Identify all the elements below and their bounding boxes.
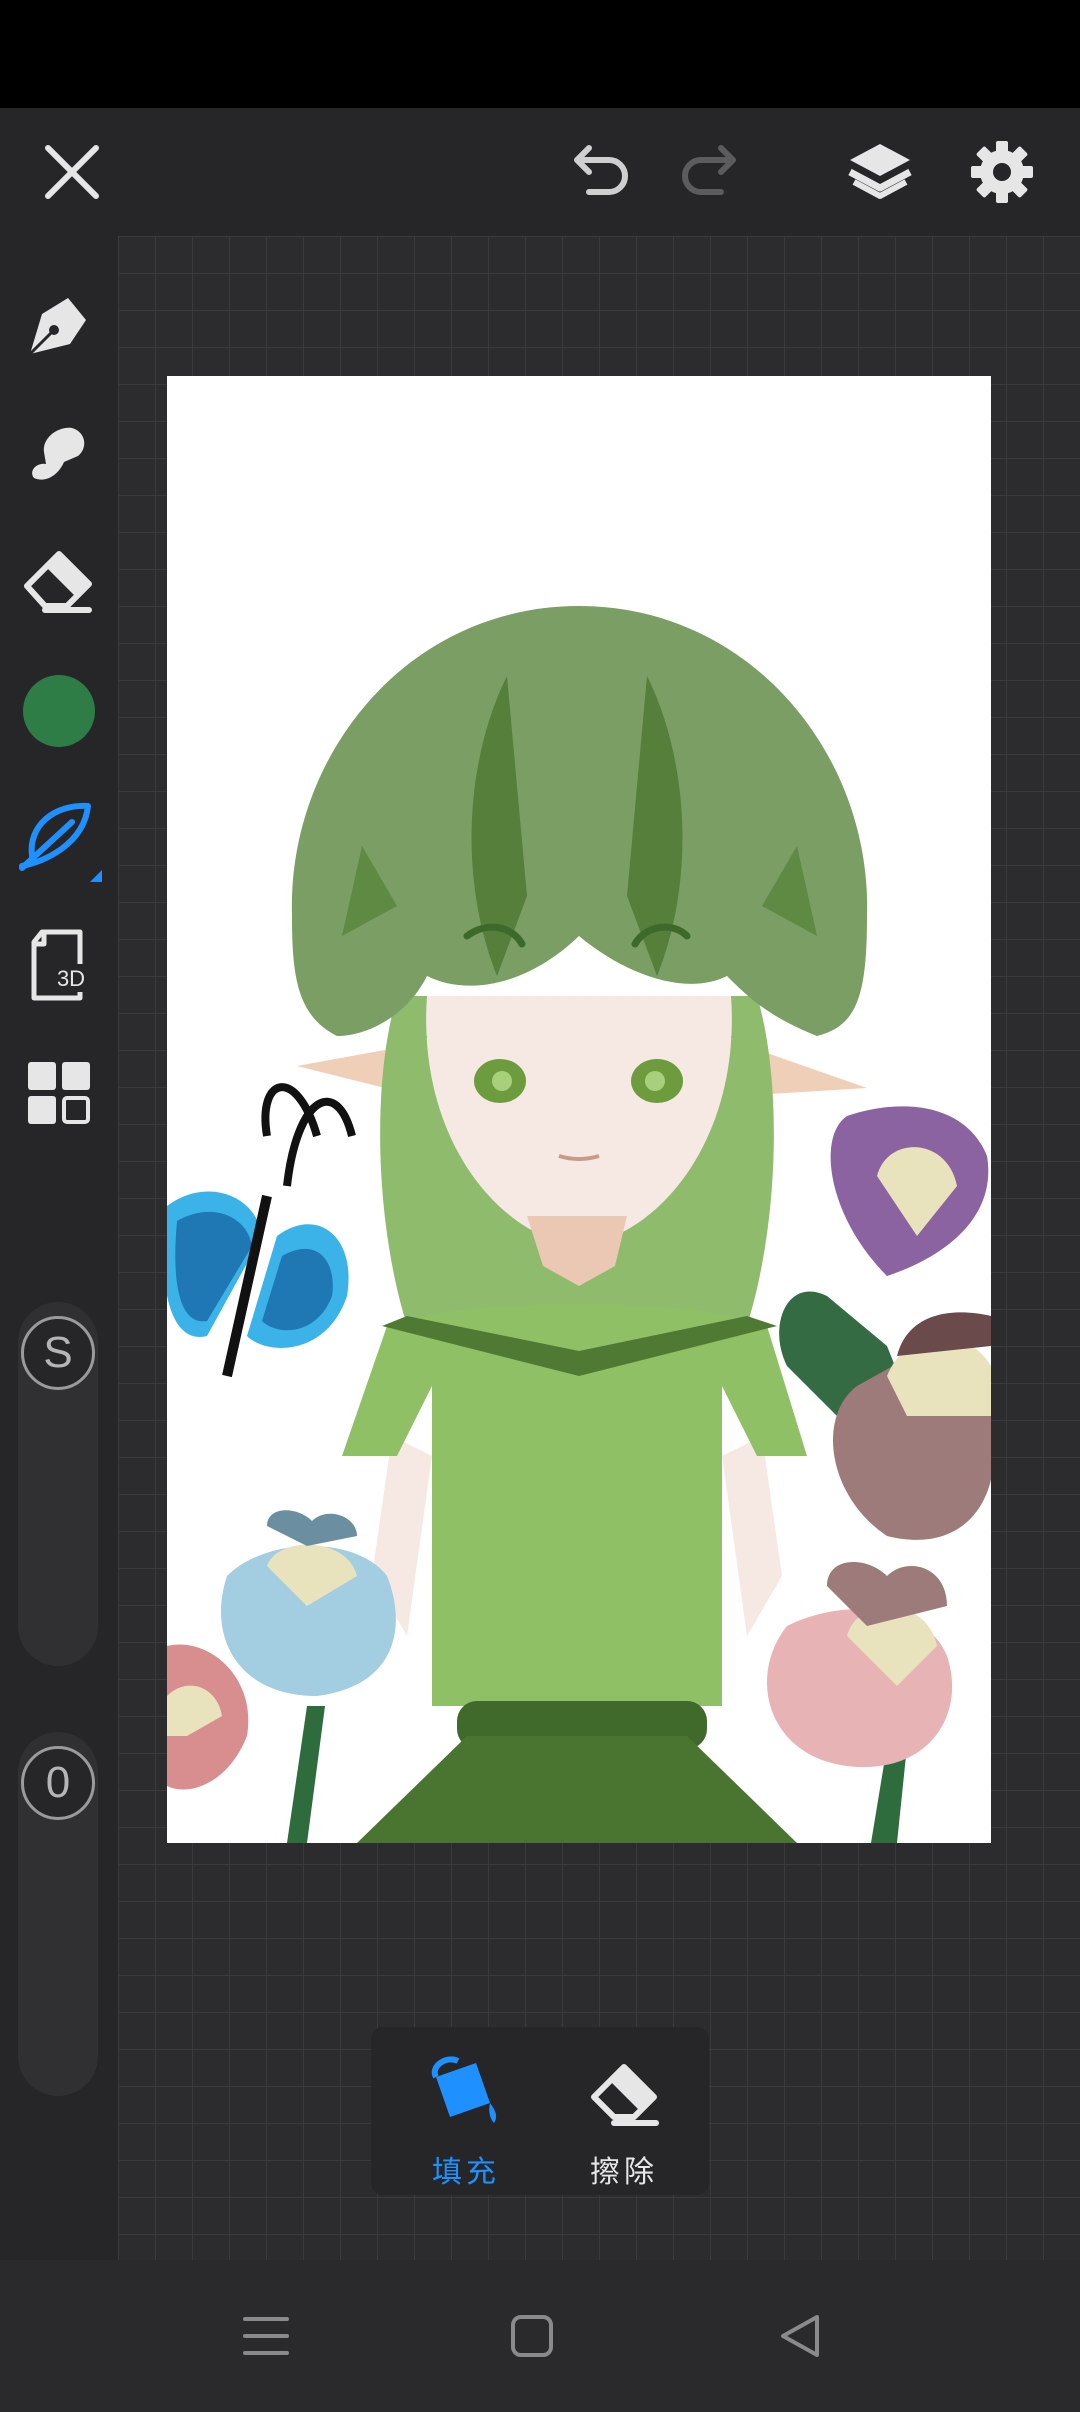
gallery-tool[interactable] (14, 1048, 104, 1138)
svg-text:3D: 3D (57, 966, 85, 991)
system-nav-bar (0, 2260, 1080, 2412)
smudge-icon (32, 427, 85, 480)
top-toolbar (0, 108, 1080, 236)
drawing-canvas[interactable] (167, 376, 991, 1843)
fill-button[interactable]: 填充 (406, 2047, 526, 2190)
close-icon (45, 145, 99, 199)
eraser-icon (591, 2064, 659, 2126)
pen-nib-icon (28, 298, 86, 356)
leaf-icon (19, 802, 102, 882)
home-icon (511, 2315, 553, 2357)
erase-button[interactable]: 擦除 (564, 2047, 684, 2190)
3d-file-icon: 3D (31, 929, 92, 1001)
undo-icon (574, 145, 628, 195)
status-bar (0, 0, 1080, 108)
gear-icon (971, 141, 1033, 203)
pen-tool[interactable] (14, 280, 104, 370)
fill-erase-panel: 填充 擦除 (371, 2027, 709, 2195)
back-icon (781, 2315, 819, 2357)
settings-button[interactable] (952, 108, 1052, 236)
paint-bucket-icon (431, 2056, 497, 2123)
layers-button[interactable] (830, 108, 930, 236)
menu-icon (243, 2317, 289, 2355)
brush-size-label: S (43, 1328, 73, 1377)
leaf-brush-tool[interactable] (14, 792, 104, 882)
3d-tool[interactable]: 3D (14, 920, 104, 1010)
undo-button[interactable] (550, 108, 650, 236)
color-picker[interactable] (14, 666, 104, 756)
tool-sidebar: 3D S 0 (0, 236, 118, 2260)
layers-icon (848, 144, 912, 199)
eraser-icon (24, 551, 92, 613)
redo-button[interactable] (660, 108, 760, 236)
artwork-illustration (167, 606, 991, 1843)
opacity-knob[interactable]: 0 (21, 1746, 95, 1820)
color-swatch (23, 675, 95, 747)
brush-size-knob[interactable]: S (21, 1316, 95, 1390)
opacity-label: 0 (45, 1758, 71, 1807)
recent-apps-button[interactable] (226, 2296, 306, 2376)
smudge-tool[interactable] (14, 408, 104, 498)
eraser-tool[interactable] (14, 536, 104, 626)
fill-label: 填充 (432, 2155, 500, 2190)
close-button[interactable] (22, 108, 122, 236)
redo-icon (682, 145, 736, 195)
back-button[interactable] (760, 2296, 840, 2376)
grid-icon (28, 1062, 90, 1124)
erase-label: 擦除 (590, 2155, 658, 2190)
home-button[interactable] (492, 2296, 572, 2376)
